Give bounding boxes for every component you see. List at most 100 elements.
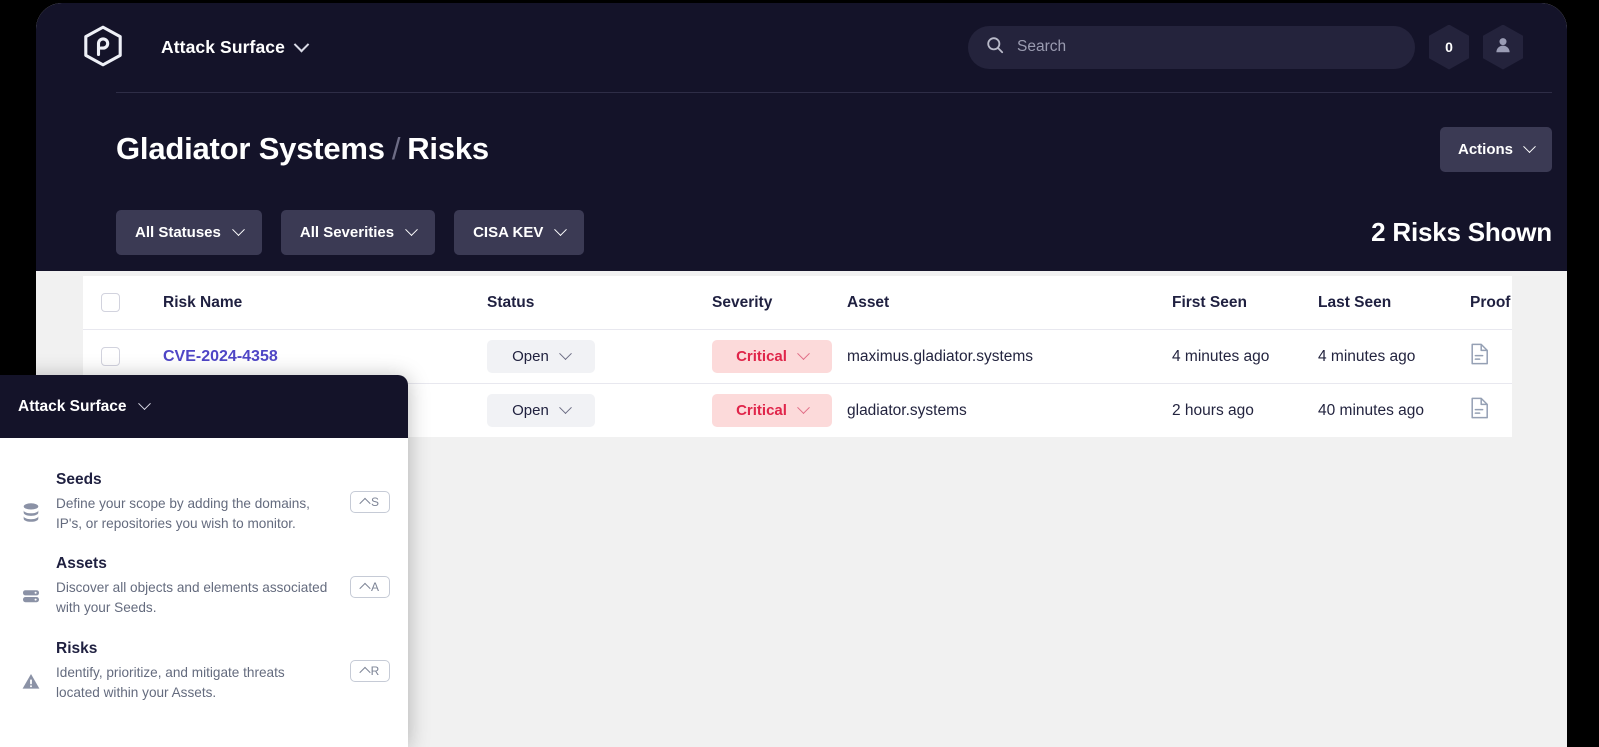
status-value: Open (512, 402, 549, 419)
column-header-asset[interactable]: Asset (847, 294, 1172, 312)
app-root: Attack Surface 0 (0, 0, 1599, 747)
page-title: Risks (407, 131, 489, 166)
filter-label: All Statuses (135, 223, 221, 241)
status-dropdown[interactable]: Open (487, 340, 595, 373)
cell-severity: Critical (712, 394, 847, 427)
cell-status: Open (487, 394, 712, 427)
breadcrumb-separator: / (391, 131, 401, 166)
panel-item-seeds[interactable]: Seeds Define your scope by adding the do… (0, 460, 408, 544)
chevron-down-icon (293, 36, 310, 52)
chevron-down-icon (797, 401, 810, 415)
shortcut-key: A (370, 579, 379, 594)
panel-item-title: Assets (56, 555, 107, 573)
panel-item-title: Risks (56, 639, 98, 657)
severity-dropdown[interactable]: Critical (712, 340, 832, 373)
chevron-down-icon (1523, 139, 1536, 153)
chevron-down-icon (558, 401, 572, 415)
brand-workspace-selector[interactable]: Attack Surface (161, 36, 310, 58)
checkbox-icon[interactable] (101, 347, 120, 366)
header-divider (116, 92, 1552, 93)
cell-asset: maximus.gladiator.systems (847, 347, 1034, 365)
column-header-proof[interactable]: Proof (1470, 294, 1530, 312)
chevron-down-icon (405, 222, 418, 236)
panel-item-description: Discover all objects and elements associ… (56, 580, 328, 616)
column-header-risk-name[interactable]: Risk Name (163, 294, 487, 312)
brand-label: Attack Surface (161, 36, 285, 57)
cell-first-seen: 4 minutes ago (1172, 347, 1270, 365)
chevron-down-icon (554, 222, 568, 236)
risk-name-link[interactable]: CVE-2024-4358 (163, 348, 278, 365)
panel-item-description: Identify, prioritize, and mitigate threa… (56, 664, 285, 700)
database-stack-icon (20, 471, 42, 533)
shortcut-key: R (370, 664, 380, 679)
user-avatar-icon (1493, 35, 1513, 60)
attack-surface-menu-panel: Attack Surface Seeds Define your scope b… (0, 375, 408, 747)
shortcut-key: S (370, 495, 379, 510)
panel-item-description: Define your scope by adding the domains,… (56, 496, 310, 531)
severity-value: Critical (736, 402, 787, 419)
cell-risk-name: CVE-2024-4358 (163, 348, 487, 366)
column-header-severity[interactable]: Severity (712, 294, 847, 312)
search-input[interactable] (1017, 38, 1397, 56)
filter-all-statuses[interactable]: All Statuses (116, 209, 262, 255)
chevron-down-icon (232, 222, 245, 236)
filter-cisa-kev[interactable]: CISA KEV (454, 209, 585, 255)
title-row: Gladiator Systems / Risks Actions (116, 125, 1552, 173)
column-header-status[interactable]: Status (487, 294, 712, 312)
warning-triangle-icon (20, 640, 42, 702)
row-select-cell (101, 347, 163, 366)
search-icon (986, 36, 1004, 59)
panel-header-label: Attack Surface (18, 397, 127, 415)
chevron-down-icon (558, 347, 572, 361)
caret-icon (359, 582, 371, 594)
column-header-last-seen[interactable]: Last Seen (1318, 294, 1470, 312)
panel-header[interactable]: Attack Surface (0, 375, 408, 438)
column-header-first-seen[interactable]: First Seen (1172, 294, 1318, 312)
notification-badge[interactable]: 0 (1429, 24, 1469, 70)
shortcut-badge-assets: A (350, 575, 390, 598)
breadcrumb-org[interactable]: Gladiator Systems (116, 131, 385, 166)
severity-dropdown[interactable]: Critical (712, 394, 832, 427)
shortcut-badge-seeds: S (350, 491, 390, 514)
cell-asset: gladiator.systems (847, 401, 967, 419)
actions-button[interactable]: Actions (1439, 126, 1552, 172)
panel-item-text: Assets Discover all objects and elements… (56, 555, 330, 617)
breadcrumb: Gladiator Systems / Risks (116, 131, 489, 167)
panel-item-text: Risks Identify, prioritize, and mitigate… (56, 640, 330, 702)
table-header-row: Risk Name Status Severity Asset First Se… (83, 276, 1512, 329)
top-bar: Attack Surface 0 (80, 15, 1523, 79)
select-all-cell (101, 293, 163, 312)
filter-label: All Severities (299, 223, 395, 241)
top-bar-right: 0 (968, 24, 1523, 70)
server-rack-icon (20, 555, 42, 617)
checkbox-icon[interactable] (101, 293, 120, 312)
cell-last-seen: 4 minutes ago (1318, 347, 1416, 365)
risks-shown-count: 2 Risks Shown (1371, 216, 1552, 247)
cell-proof (1470, 397, 1530, 424)
filter-row: All Statuses All Severities CISA KEV 2 R… (116, 209, 1552, 255)
document-icon[interactable] (1470, 397, 1489, 423)
chevron-down-icon (137, 397, 151, 411)
cell-first-seen: 2 hours ago (1172, 401, 1254, 419)
caret-icon (358, 666, 371, 679)
panel-items: Seeds Define your scope by adding the do… (0, 438, 408, 713)
cell-proof (1470, 343, 1530, 370)
cell-last-seen: 40 minutes ago (1318, 401, 1424, 419)
status-value: Open (512, 348, 549, 365)
caret-icon (359, 497, 371, 510)
panel-item-assets[interactable]: Assets Discover all objects and elements… (0, 544, 408, 628)
search-box[interactable] (968, 25, 1415, 69)
panel-item-risks[interactable]: Risks Identify, prioritize, and mitigate… (0, 629, 408, 713)
panel-item-title: Seeds (56, 471, 102, 488)
document-icon[interactable] (1470, 343, 1489, 369)
app-header: Attack Surface 0 (36, 3, 1567, 271)
avatar[interactable] (1483, 24, 1523, 70)
filter-label: CISA KEV (473, 223, 544, 241)
panel-item-text: Seeds Define your scope by adding the do… (56, 471, 330, 533)
hexagon-logo-icon[interactable] (80, 24, 126, 70)
status-dropdown[interactable]: Open (487, 394, 595, 427)
filter-all-severities[interactable]: All Severities (280, 209, 436, 255)
cell-status: Open (487, 340, 712, 373)
cell-severity: Critical (712, 340, 847, 373)
severity-value: Critical (736, 348, 787, 365)
